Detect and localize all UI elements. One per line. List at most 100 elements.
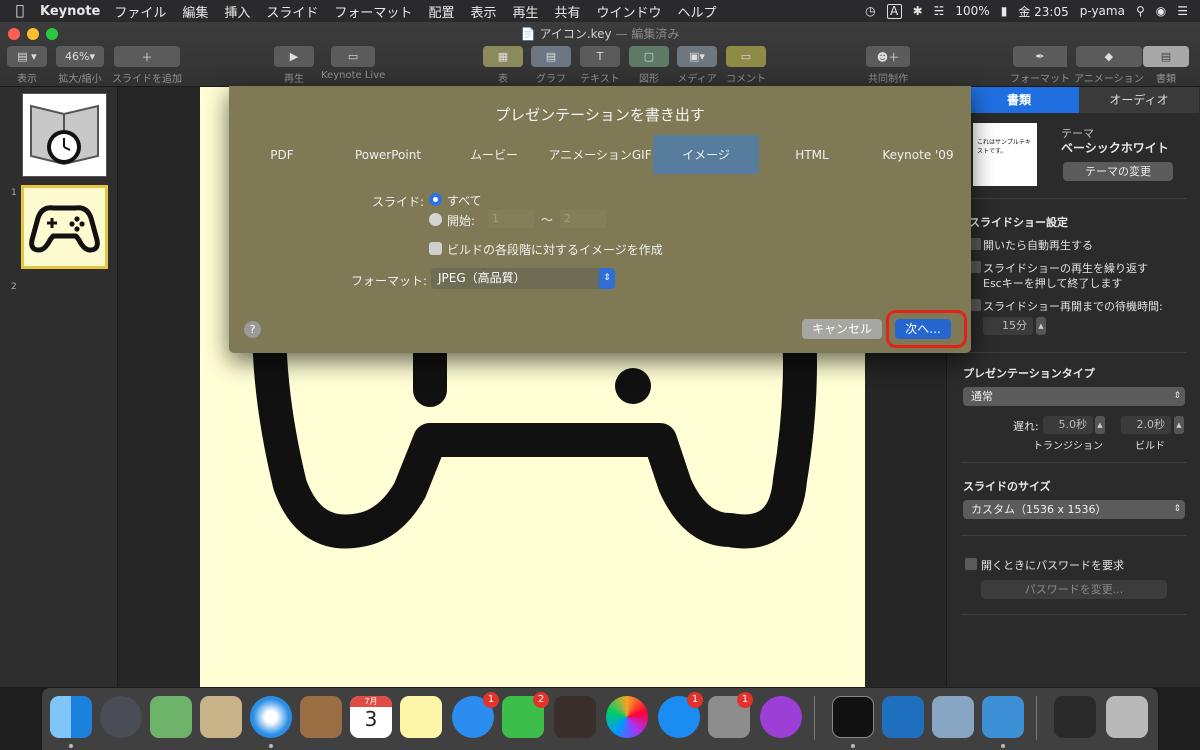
user-name[interactable]: p-yama [1080, 4, 1125, 18]
apple-icon[interactable]:  [0, 3, 40, 19]
change-password-button[interactable]: パスワードを変更... [981, 580, 1167, 599]
document-inspector-icon[interactable]: ▤ [1143, 46, 1189, 67]
notes-icon[interactable] [400, 696, 442, 738]
animate-tool[interactable]: ◆ アニメーション [1074, 46, 1144, 85]
text-icon[interactable]: T [580, 46, 620, 67]
menu-play[interactable]: 再生 [512, 2, 538, 21]
notification-center-icon[interactable]: ☰ [1177, 4, 1188, 18]
tab-pdf[interactable]: PDF [229, 135, 335, 174]
image-format-select[interactable]: JPEG（高品質） ⇕ [431, 268, 615, 289]
tab-movie[interactable]: ムービー [441, 135, 547, 174]
menu-share[interactable]: 共有 [554, 2, 580, 21]
input-source-icon[interactable]: A [886, 3, 902, 19]
tab-audio[interactable]: オーディオ [1079, 87, 1199, 113]
format-tool[interactable]: ✒ フォーマット [1010, 46, 1070, 85]
tab-images[interactable]: イメージ [653, 135, 759, 174]
battery-percent[interactable]: 100% [955, 4, 989, 18]
podcasts-icon[interactable] [760, 696, 802, 738]
view-tool[interactable]: ▤ ▾ 表示 [7, 46, 47, 85]
media-icon[interactable]: ▣▾ [677, 46, 717, 67]
wifi-icon[interactable]: ☵ [934, 4, 945, 18]
menu-window[interactable]: ウインドウ [597, 2, 662, 21]
menu-slide[interactable]: スライド [266, 2, 318, 21]
keynote-live-icon[interactable]: ▭ [331, 46, 376, 67]
shape-tool[interactable]: ▢ 図形 [629, 46, 669, 85]
battery-icon[interactable]: ▮ [1001, 4, 1008, 18]
password-checkbox[interactable] [965, 558, 977, 570]
animate-icon[interactable]: ◆ [1075, 46, 1142, 67]
range-radio[interactable] [429, 213, 442, 226]
tab-animated-gif[interactable]: アニメーションGIF [547, 135, 653, 174]
zoom-tool[interactable]: 46% ▾ 拡大/縮小 [56, 46, 104, 85]
text-tool[interactable]: T テキスト [580, 46, 620, 85]
preview-icon[interactable] [932, 696, 974, 738]
mail-icon[interactable] [200, 696, 242, 738]
xcode-icon[interactable] [882, 696, 924, 738]
safari-icon[interactable] [250, 696, 292, 738]
time-machine-icon[interactable]: ◷ [865, 4, 875, 18]
tab-document[interactable]: 書類 [959, 87, 1079, 113]
comment-icon[interactable]: ▭ [726, 46, 766, 67]
menu-arrange[interactable]: 配置 [428, 2, 454, 21]
table-tool[interactable]: ▦ 表 [483, 46, 523, 85]
keynote-live-tool[interactable]: ▭ Keynote Live [321, 46, 385, 81]
slide-thumbnail-2[interactable] [21, 185, 108, 269]
document-tool[interactable]: ▤ 書類 [1143, 46, 1189, 85]
menu-edit[interactable]: 編集 [182, 2, 208, 21]
calendar-icon[interactable]: 7月 3 [350, 696, 392, 738]
menu-insert[interactable]: 挿入 [224, 2, 250, 21]
table-icon[interactable]: ▦ [483, 46, 523, 67]
comment-tool[interactable]: ▭ コメント [726, 46, 766, 85]
shape-icon[interactable]: ▢ [629, 46, 669, 67]
tab-html[interactable]: HTML [759, 135, 865, 174]
transition-delay-stepper[interactable]: ▲ [1095, 416, 1105, 434]
photos-icon[interactable] [606, 696, 648, 738]
collaborate-tool[interactable]: ☻＋ 共同制作 [866, 46, 910, 85]
range-from-field[interactable]: 1 [488, 210, 534, 228]
terminal-icon[interactable] [832, 696, 874, 738]
menu-file[interactable]: ファイル [114, 2, 166, 21]
menu-help[interactable]: ヘルプ [678, 2, 717, 21]
add-slide-tool[interactable]: ＋ スライドを追加 [112, 46, 182, 85]
launchpad-icon[interactable] [100, 696, 142, 738]
collaborate-icon[interactable]: ☻＋ [866, 46, 910, 67]
restart-delay-stepper[interactable]: ▲ [1036, 317, 1046, 335]
format-icon[interactable]: ✒ [1013, 46, 1067, 67]
trash-icon[interactable] [1106, 696, 1148, 738]
change-theme-button[interactable]: テーマの変更 [1063, 162, 1173, 181]
slide-size-select[interactable]: カスタム（1536 x 1536） ⇕ [963, 500, 1185, 519]
tab-keynote09[interactable]: Keynote '09 [865, 135, 971, 174]
menu-format[interactable]: フォーマット [334, 2, 412, 21]
clock[interactable]: 金 23:05 [1018, 3, 1068, 20]
play-tool[interactable]: ▶ 再生 [274, 46, 314, 85]
restart-delay-field[interactable]: 15分 [983, 317, 1033, 335]
all-slides-radio[interactable] [429, 193, 442, 206]
siri-icon[interactable]: ◉ [1156, 4, 1166, 18]
tab-powerpoint[interactable]: PowerPoint [335, 135, 441, 174]
build-delay-field[interactable]: 2.0秒 [1121, 416, 1171, 434]
maps-icon[interactable] [150, 696, 192, 738]
presentation-type-select[interactable]: 通常 ⇕ [963, 387, 1185, 406]
media-tool[interactable]: ▣▾ メディア [677, 46, 717, 85]
keynote-icon[interactable] [982, 696, 1024, 738]
app-menu[interactable]: Keynote [40, 4, 100, 19]
range-to-field[interactable]: 2 [560, 210, 606, 228]
help-button[interactable]: ? [244, 321, 261, 338]
photo-booth-icon[interactable] [554, 696, 596, 738]
cancel-button[interactable]: キャンセル [802, 319, 882, 339]
chart-icon[interactable]: ▤ [531, 46, 571, 67]
spotlight-icon[interactable]: ⚲ [1136, 4, 1145, 18]
bluetooth-icon[interactable]: ✱ [913, 4, 923, 18]
zoom-select[interactable]: 46% ▾ [56, 46, 104, 67]
add-slide-icon[interactable]: ＋ [114, 46, 180, 67]
contacts-icon[interactable] [300, 696, 342, 738]
view-icon[interactable]: ▤ ▾ [7, 46, 47, 67]
menu-view[interactable]: 表示 [470, 2, 496, 21]
build-delay-stepper[interactable]: ▲ [1174, 416, 1184, 434]
transition-delay-field[interactable]: 5.0秒 [1043, 416, 1093, 434]
finder-icon[interactable] [50, 696, 92, 738]
builds-checkbox[interactable] [429, 242, 442, 255]
slide-thumbnail-1[interactable] [22, 93, 107, 177]
downloads-stack-icon[interactable] [1054, 696, 1096, 738]
theme-preview[interactable]: これはサンプルテキストです。 [973, 123, 1037, 186]
